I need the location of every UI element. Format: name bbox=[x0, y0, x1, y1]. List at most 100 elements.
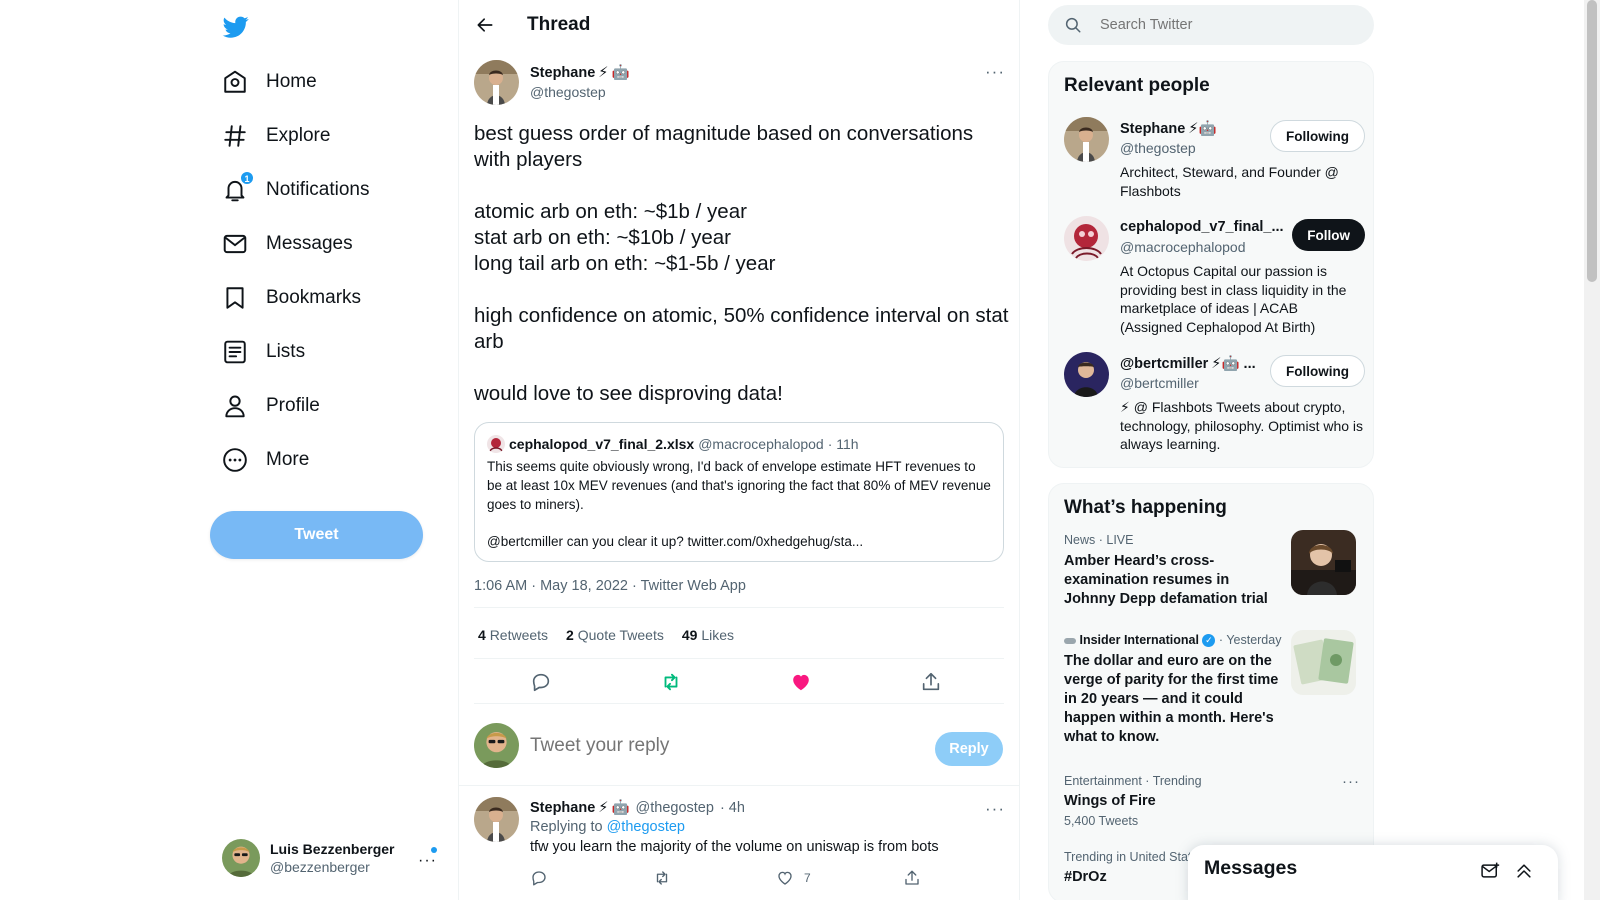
nav-home[interactable]: Home bbox=[208, 59, 438, 105]
quoted-author-handle: @macrocephalopod bbox=[698, 436, 824, 452]
person-name: @bertcmiller ⚡🤖 ... bbox=[1120, 355, 1256, 373]
trend-more-icon[interactable]: ··· bbox=[1342, 773, 1360, 790]
nav-lists-label: Lists bbox=[266, 341, 306, 362]
trend-thumbnail bbox=[1291, 530, 1356, 595]
new-message-icon[interactable] bbox=[1480, 861, 1500, 881]
tweet-line: stat arb on eth: ~$10b / year bbox=[474, 226, 731, 249]
nav-messages-label: Messages bbox=[266, 233, 353, 254]
scrollbar-thumb[interactable] bbox=[1587, 0, 1597, 282]
quoted-text-paragraph: @bertcmiller can you clear it up? twitte… bbox=[487, 534, 864, 549]
whats-happening-card: What’s happening News · LIVE Amber Heard… bbox=[1048, 483, 1374, 900]
like-count[interactable]: 49 Likes bbox=[682, 627, 734, 643]
reply-author-name[interactable]: Stephane bbox=[530, 800, 595, 816]
quoted-tweet[interactable]: cephalopod_v7_final_2.xlsx @macrocephalo… bbox=[474, 422, 1004, 562]
person-handle: @thegostep bbox=[1120, 140, 1196, 156]
account-handle: @bezzenberger bbox=[270, 859, 370, 875]
nav-notifications[interactable]: 1 Notifications bbox=[208, 167, 438, 213]
account-switcher[interactable]: Luis Bezzenberger @bezzenberger bbox=[210, 832, 444, 884]
tweet-line: would love to see disproving data! bbox=[474, 382, 783, 405]
person-avatar bbox=[1064, 117, 1109, 162]
reply-author-avatar[interactable] bbox=[474, 797, 519, 842]
trend-meta: News · LIVE bbox=[1064, 533, 1134, 547]
reply-share-action[interactable] bbox=[903, 869, 921, 887]
following-button[interactable]: Following bbox=[1270, 120, 1365, 152]
trend-meta: Entertainment · Trending bbox=[1064, 774, 1202, 788]
nav-home-label: Home bbox=[266, 71, 317, 92]
reply-retweet-action[interactable] bbox=[653, 869, 671, 887]
person-handle: @macrocephalopod bbox=[1120, 239, 1246, 255]
quoted-time: · 11h bbox=[827, 436, 859, 452]
reply-author-handle[interactable]: @thegostep bbox=[636, 800, 714, 816]
trend-title: Wings of Fire bbox=[1064, 793, 1156, 809]
quoted-tweet-text: This seems quite obviously wrong, I'd ba… bbox=[487, 457, 992, 551]
retweet-count[interactable]: 4 Retweets bbox=[478, 627, 548, 643]
page-scrollbar[interactable] bbox=[1584, 0, 1600, 900]
search-box[interactable] bbox=[1048, 5, 1374, 45]
person-name: Stephane ⚡🤖 bbox=[1120, 120, 1217, 138]
search-input[interactable] bbox=[1100, 17, 1340, 33]
trend-tweet-count: 5,400 Tweets bbox=[1064, 814, 1139, 828]
nav-profile-label: Profile bbox=[266, 395, 320, 416]
trend-title: Amber Heard’s cross-examination resumes … bbox=[1064, 553, 1268, 607]
expand-drawer-icon[interactable] bbox=[1514, 861, 1534, 881]
like-icon-filled[interactable] bbox=[790, 671, 812, 693]
quoted-author-name: cephalopod_v7_final_2.xlsx bbox=[509, 436, 695, 452]
tweet-text: best guess order of magnitude based on c… bbox=[474, 121, 1009, 407]
hash-icon bbox=[222, 123, 248, 149]
quote-tweet-count[interactable]: 2 Quote Tweets bbox=[566, 627, 664, 643]
search-icon bbox=[1065, 17, 1081, 33]
reply-input[interactable] bbox=[530, 735, 910, 757]
person-avatar bbox=[1064, 352, 1109, 397]
follow-button[interactable]: Follow bbox=[1292, 219, 1365, 251]
person-bio: Architect, Steward, and Founder @ Flashb… bbox=[1120, 164, 1339, 199]
card-title: Relevant people bbox=[1064, 75, 1210, 96]
notification-badge: 1 bbox=[240, 171, 254, 185]
twitter-bird-icon[interactable] bbox=[222, 14, 250, 40]
reply-icon[interactable] bbox=[530, 671, 552, 693]
reply-icon bbox=[532, 871, 546, 886]
nav-explore[interactable]: Explore bbox=[208, 113, 438, 159]
nav-bookmarks[interactable]: Bookmarks bbox=[208, 275, 438, 321]
reply-more-icon[interactable]: ··· bbox=[985, 799, 1005, 819]
relevant-people-card: Relevant people Stephane ⚡🤖 @thegostep Fo… bbox=[1048, 61, 1374, 468]
replying-to-link[interactable]: @thegostep bbox=[607, 819, 685, 835]
page-title: Thread bbox=[527, 14, 591, 35]
account-more-icon[interactable]: ··· bbox=[418, 852, 437, 870]
mail-icon bbox=[222, 231, 248, 257]
person-bio: ⚡ @ Flashbots Tweets about crypto, techn… bbox=[1120, 399, 1364, 452]
bookmark-icon bbox=[222, 285, 248, 311]
following-button[interactable]: Following bbox=[1270, 355, 1365, 387]
retweet-icon[interactable] bbox=[660, 671, 682, 693]
retweet-icon bbox=[656, 871, 668, 885]
thread-header: Thread bbox=[459, 0, 1019, 50]
compose-tweet-button[interactable]: Tweet bbox=[210, 511, 423, 559]
reply-like-action[interactable]: 7 bbox=[776, 869, 811, 887]
share-icon[interactable] bbox=[920, 671, 942, 693]
divider bbox=[474, 703, 1004, 704]
divider bbox=[474, 658, 1004, 659]
author-name[interactable]: Stephane ⚡ 🤖 bbox=[530, 64, 630, 82]
reply-time[interactable]: · 4h bbox=[720, 800, 745, 816]
tweet-timestamp[interactable]: 1:06 AM · May 18, 2022 · Twitter Web App bbox=[474, 578, 746, 594]
list-icon bbox=[222, 339, 248, 365]
nav-lists[interactable]: Lists bbox=[208, 329, 438, 375]
tweet-more-icon[interactable]: ··· bbox=[985, 62, 1005, 82]
trend-item[interactable]: News · LIVE Amber Heard’s cross-examinat… bbox=[1064, 532, 1274, 609]
author-avatar[interactable] bbox=[474, 60, 519, 105]
lightning-emoji: ⚡ bbox=[598, 799, 609, 816]
bell-icon: 1 bbox=[222, 171, 254, 203]
back-arrow-icon[interactable] bbox=[475, 15, 495, 35]
account-name: Luis Bezzenberger bbox=[270, 841, 395, 857]
nav-messages[interactable]: Messages bbox=[208, 221, 438, 267]
trend-item[interactable]: Insider International ✓ · Yesterday The … bbox=[1064, 632, 1281, 747]
reply-reply-action[interactable] bbox=[530, 869, 548, 887]
nav-more[interactable]: More bbox=[208, 437, 438, 483]
trend-item[interactable]: Entertainment · Trending Wings of Fire 5… bbox=[1064, 773, 1360, 828]
tweet-line: long tail arb on eth: ~$1-5b / year bbox=[474, 252, 776, 275]
nav-profile[interactable]: Profile bbox=[208, 383, 438, 429]
nav-notifications-label: Notifications bbox=[266, 179, 370, 200]
messages-drawer[interactable]: Messages bbox=[1188, 845, 1558, 900]
reply-button[interactable]: Reply bbox=[935, 732, 1003, 766]
author-handle[interactable]: @thegostep bbox=[530, 84, 606, 100]
